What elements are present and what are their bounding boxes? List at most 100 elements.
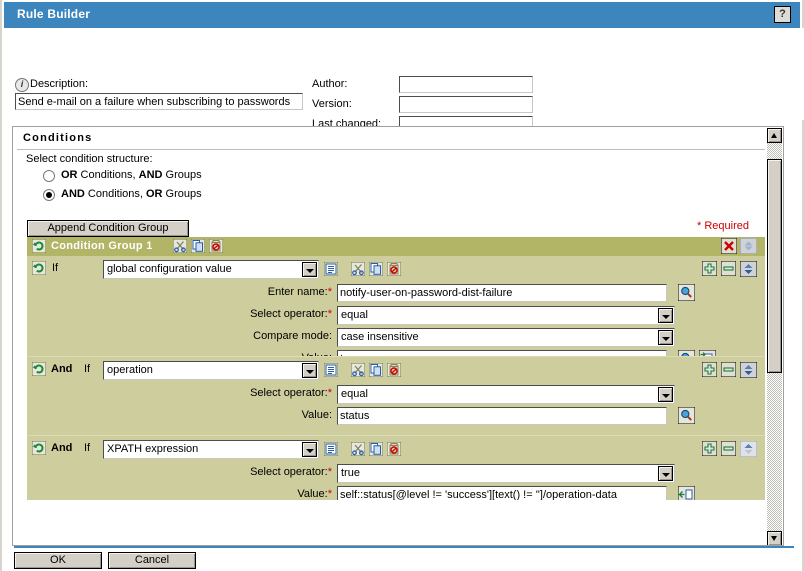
compare-mode-value: case insensitive xyxy=(341,331,419,343)
conditions-section-title: Conditions xyxy=(23,132,93,144)
conditions-panel-content: Conditions Select condition structure: O… xyxy=(13,127,769,545)
field-label-select-operator: Select operator:* xyxy=(250,466,332,478)
copy-icon[interactable] xyxy=(191,239,205,253)
select-operator-select-2[interactable]: equal xyxy=(337,385,675,404)
description-label: Description: xyxy=(30,78,89,90)
chevron-down-icon[interactable] xyxy=(302,363,317,378)
help-icon[interactable]: ? xyxy=(774,6,791,23)
add-condition-icon[interactable] xyxy=(702,441,717,456)
delete-icon[interactable] xyxy=(387,262,401,276)
condition-group-header: Condition Group 1 xyxy=(27,237,765,256)
radio-button-unselected[interactable] xyxy=(43,170,55,182)
chevron-down-icon[interactable] xyxy=(302,442,317,457)
conditions-scrollbar[interactable] xyxy=(767,128,782,545)
field-label-select-operator: Select operator:* xyxy=(250,308,332,320)
append-condition-group-button[interactable]: Append Condition Group xyxy=(27,220,189,237)
version-input[interactable] xyxy=(399,96,533,113)
chevron-down-icon[interactable] xyxy=(302,262,317,277)
remove-condition-icon[interactable] xyxy=(721,362,736,377)
window-title-bar: Rule Builder ? xyxy=(4,2,800,28)
chevron-down-icon[interactable] xyxy=(658,308,673,323)
copy-icon[interactable] xyxy=(369,442,383,456)
select-operator-select-3[interactable]: true xyxy=(337,464,675,483)
if-label: If xyxy=(84,363,91,375)
scroll-up-icon[interactable] xyxy=(767,128,782,143)
rule-builder-window: Rule Builder ? i Description: Author: Ve… xyxy=(0,0,804,571)
field-label-value: Value:* xyxy=(297,488,332,500)
refresh-icon[interactable] xyxy=(32,239,46,253)
copy-icon[interactable] xyxy=(369,363,383,377)
field-label-enter-name: Enter name:* xyxy=(267,286,332,298)
lookup-icon[interactable] xyxy=(678,407,695,424)
enter-name-input[interactable]: notify-user-on-password-dist-failure xyxy=(337,284,667,302)
conditions-panel: Conditions Select condition structure: O… xyxy=(12,126,784,546)
select-operator-value: equal xyxy=(341,388,368,400)
radio-or-label: OR Conditions, AND Groups xyxy=(61,169,202,181)
value-input-2[interactable]: status xyxy=(337,407,667,425)
scrollbar-thumb[interactable] xyxy=(767,159,782,373)
add-condition-icon[interactable] xyxy=(702,362,717,377)
condition-type-value: operation xyxy=(107,364,153,376)
select-operator-value: true xyxy=(341,467,360,479)
radio-button-selected[interactable] xyxy=(43,189,55,201)
metadata-area: i Description: Author: Version: Last cha… xyxy=(2,28,804,133)
move-condition-icon[interactable] xyxy=(740,441,757,457)
info-icon: i xyxy=(15,78,29,92)
field-label-select-operator: Select operator:* xyxy=(250,387,332,399)
ok-button[interactable]: OK xyxy=(14,552,102,569)
chevron-down-icon[interactable] xyxy=(658,466,673,481)
xpath-builder-icon[interactable] xyxy=(678,486,695,500)
radio-and-label: AND Conditions, OR Groups xyxy=(61,188,202,200)
properties-icon[interactable] xyxy=(324,442,338,456)
required-note: * Required xyxy=(697,220,749,232)
chevron-down-icon[interactable] xyxy=(658,387,673,402)
scroll-down-icon[interactable] xyxy=(767,531,782,545)
cancel-button[interactable]: Cancel xyxy=(108,552,196,569)
refresh-icon[interactable] xyxy=(32,261,46,275)
cut-icon[interactable] xyxy=(351,363,365,377)
if-label: If xyxy=(52,262,59,274)
description-input[interactable] xyxy=(15,93,303,110)
delete-icon[interactable] xyxy=(209,239,223,253)
condition-type-select-1[interactable]: global configuration value xyxy=(103,260,319,279)
select-operator-value: equal xyxy=(341,309,368,321)
field-label-compare-mode: Compare mode: xyxy=(253,330,332,342)
connector-label-2: And xyxy=(51,363,73,375)
refresh-icon[interactable] xyxy=(32,362,46,376)
refresh-icon[interactable] xyxy=(32,441,46,455)
remove-condition-icon[interactable] xyxy=(721,261,736,276)
copy-icon[interactable] xyxy=(369,262,383,276)
compare-mode-select[interactable]: case insensitive xyxy=(337,328,675,347)
condition-type-select-3[interactable]: XPATH expression xyxy=(103,440,319,459)
scrollbar-track[interactable] xyxy=(767,143,782,531)
condition-type-value: XPATH expression xyxy=(107,443,199,455)
condition-row-1: If global configuration value Enter name… xyxy=(27,256,765,368)
lookup-icon[interactable] xyxy=(678,284,695,301)
value-input-3[interactable]: self::status[@level != 'success'][text()… xyxy=(337,486,667,500)
section-divider xyxy=(17,149,765,150)
condition-group-name: Condition Group 1 xyxy=(51,240,153,252)
condition-type-select-2[interactable]: operation xyxy=(103,361,319,380)
move-condition-icon[interactable] xyxy=(740,261,757,277)
connector-label-3: And xyxy=(51,442,73,454)
properties-icon[interactable] xyxy=(324,363,338,377)
author-input[interactable] xyxy=(399,76,533,93)
select-operator-select-1[interactable]: equal xyxy=(337,306,675,325)
cut-icon[interactable] xyxy=(351,262,365,276)
remove-condition-icon[interactable] xyxy=(721,441,736,456)
chevron-down-icon[interactable] xyxy=(658,330,673,345)
remove-group-icon[interactable] xyxy=(721,238,737,254)
delete-icon[interactable] xyxy=(387,363,401,377)
move-condition-icon[interactable] xyxy=(740,362,757,378)
delete-icon[interactable] xyxy=(387,442,401,456)
add-condition-icon[interactable] xyxy=(702,261,717,276)
window-title: Rule Builder xyxy=(17,7,91,21)
condition-type-value: global configuration value xyxy=(107,263,232,275)
field-label-value: Value: xyxy=(301,409,332,421)
condition-row-3: And If XPATH expression Select operator:… xyxy=(27,435,765,500)
cut-icon[interactable] xyxy=(351,442,365,456)
footer-divider xyxy=(14,546,794,548)
properties-icon[interactable] xyxy=(324,262,338,276)
move-group-icon[interactable] xyxy=(740,238,757,254)
cut-icon[interactable] xyxy=(173,239,187,253)
